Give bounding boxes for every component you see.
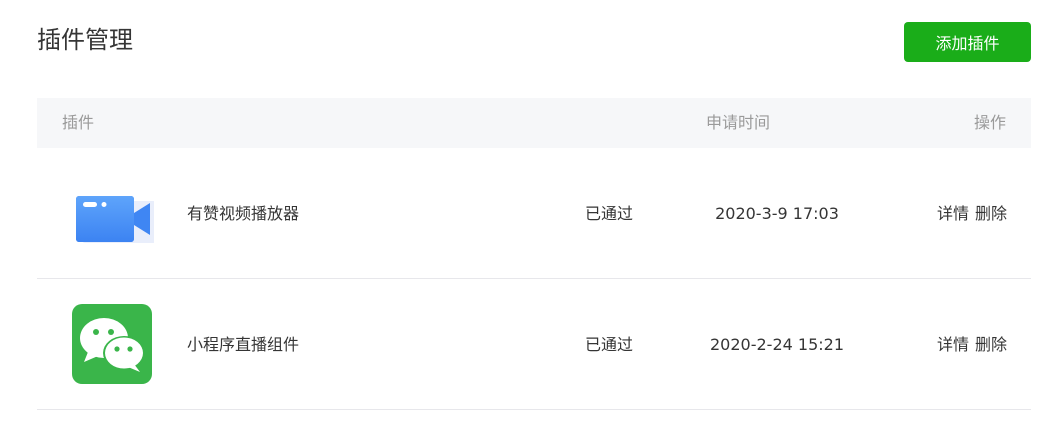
plugin-table: 插件 申请时间 操作 有赞视频播放器 已通过 2020-3-9 17:03 详情… <box>37 98 1031 410</box>
wechat-icon <box>72 304 152 384</box>
delete-link[interactable]: 删除 <box>975 335 1007 354</box>
detail-link[interactable]: 详情 <box>937 204 969 223</box>
plugin-name: 有赞视频播放器 <box>187 204 300 223</box>
table-row: 有赞视频播放器 已通过 2020-3-9 17:03 详情 删除 <box>37 148 1031 279</box>
table-row: 小程序直播组件 已通过 2020-2-24 15:21 详情 删除 <box>37 279 1031 410</box>
detail-link[interactable]: 详情 <box>937 335 969 354</box>
status-text: 已通过 <box>585 335 634 354</box>
column-header-plugin: 插件 <box>62 113 95 132</box>
apply-time: 2020-3-9 17:03 <box>715 204 839 223</box>
row-actions: 详情 删除 <box>937 279 1007 410</box>
apply-time: 2020-2-24 15:21 <box>710 335 844 354</box>
row-actions: 详情 删除 <box>937 148 1007 279</box>
video-camera-icon <box>76 196 154 243</box>
delete-link[interactable]: 删除 <box>975 204 1007 223</box>
status-text: 已通过 <box>585 204 634 223</box>
add-plugin-button[interactable]: 添加插件 <box>904 22 1031 62</box>
column-header-apply-time: 申请时间 <box>706 113 771 132</box>
table-header: 插件 申请时间 操作 <box>37 98 1031 148</box>
column-header-actions: 操作 <box>973 113 1006 132</box>
plugin-name: 小程序直播组件 <box>187 335 300 354</box>
page-title: 插件管理 <box>37 26 133 54</box>
